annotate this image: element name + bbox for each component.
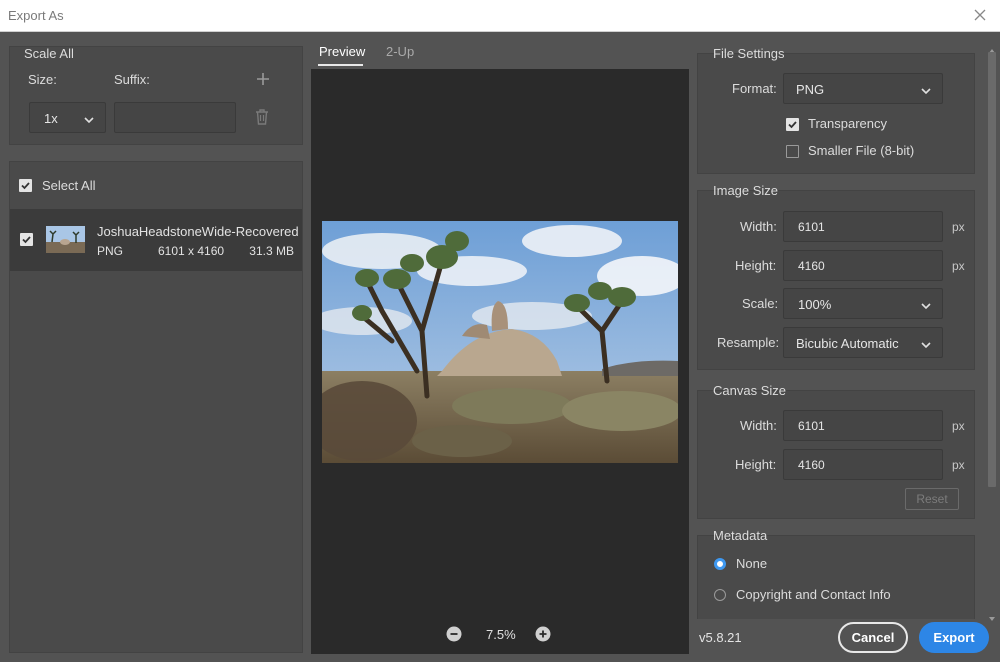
title-bar: Export As (0, 0, 1000, 32)
metadata-none-label: None (736, 556, 768, 571)
file-item-checkbox[interactable] (20, 233, 33, 246)
chevron-down-icon (920, 299, 932, 309)
export-button-label: Export (933, 630, 975, 645)
canvas-width-value: 6101 (798, 419, 825, 433)
format-label: Format: (732, 81, 777, 96)
image-size-header: Image Size (713, 183, 779, 198)
canvas-height-label: Height: (735, 457, 777, 472)
transparency-label: Transparency (808, 116, 887, 131)
scale-select-value: 100% (798, 297, 832, 312)
scale-label: Scale: (742, 296, 779, 311)
canvas-width-label: Width: (740, 418, 777, 433)
reset-button[interactable]: Reset (905, 488, 959, 510)
smaller-file-label: Smaller File (8-bit) (808, 143, 915, 158)
suffix-label: Suffix: (114, 72, 150, 87)
tab-2-up[interactable]: 2-Up (386, 44, 414, 59)
format-select-value: PNG (796, 82, 825, 97)
canvas-width-unit: px (952, 419, 965, 433)
zoom-level: 7.5% (486, 627, 516, 642)
chevron-down-icon (920, 84, 932, 94)
metadata-header: Metadata (713, 528, 768, 543)
tab-preview[interactable]: Preview (319, 44, 365, 59)
close-icon[interactable] (970, 5, 990, 25)
size-select-value: 1x (44, 111, 58, 126)
scroll-down-icon[interactable] (988, 610, 996, 621)
tab-preview-underline (318, 64, 363, 66)
resample-select[interactable]: Bicubic Automatic (783, 327, 943, 358)
cancel-button-label: Cancel (851, 630, 895, 645)
canvas-height-value: 4160 (798, 458, 825, 472)
scrollbar-thumb[interactable] (988, 52, 996, 487)
reset-button-label: Reset (916, 492, 948, 506)
add-scale-icon[interactable] (254, 70, 272, 88)
canvas-width-input[interactable]: 6101 (783, 410, 943, 441)
metadata-panel (697, 535, 975, 619)
file-list-item[interactable]: JoshuaHeadstoneWide-Recovered PNG 6101 x… (10, 209, 302, 271)
image-height-value: 4160 (798, 259, 825, 273)
trash-icon[interactable] (254, 108, 270, 126)
image-height-label: Height: (735, 258, 777, 273)
window-title: Export As (8, 8, 64, 23)
metadata-none-radio[interactable] (714, 558, 726, 570)
suffix-input[interactable] (114, 102, 236, 133)
image-height-unit: px (952, 259, 965, 273)
metadata-copyright-label: Copyright and Contact Info (736, 587, 891, 602)
file-format: PNG (97, 244, 124, 258)
canvas-size-header: Canvas Size (713, 383, 786, 398)
image-width-value: 6101 (798, 220, 825, 234)
canvas-height-unit: px (952, 458, 965, 472)
file-name: JoshuaHeadstoneWide-Recovered (97, 224, 299, 239)
file-size: 31.3 MB (249, 244, 294, 258)
resample-label: Resample: (717, 335, 780, 350)
select-all-checkbox[interactable] (19, 179, 32, 192)
file-settings-header: File Settings (713, 46, 785, 61)
smaller-file-checkbox[interactable] (786, 145, 799, 158)
scale-select[interactable]: 100% (783, 288, 943, 319)
cancel-button[interactable]: Cancel (838, 622, 908, 653)
canvas-height-input[interactable]: 4160 (783, 449, 943, 480)
select-all-label: Select All (42, 178, 96, 193)
metadata-copyright-radio[interactable] (714, 589, 726, 601)
image-width-label: Width: (740, 219, 777, 234)
image-height-input[interactable]: 4160 (783, 250, 943, 281)
version-label: v5.8.21 (699, 630, 742, 645)
transparency-checkbox[interactable] (786, 118, 799, 131)
chevron-down-icon (83, 113, 95, 123)
chevron-down-icon (920, 338, 932, 348)
file-thumbnail (46, 226, 85, 253)
size-select[interactable]: 1x (29, 102, 106, 133)
preview-image (322, 221, 678, 463)
settings-scrollbar[interactable] (986, 40, 998, 621)
zoom-in-icon[interactable] (535, 626, 551, 642)
scale-all-header: Scale All (24, 46, 74, 61)
image-width-input[interactable]: 6101 (783, 211, 943, 242)
size-label: Size: (28, 72, 57, 87)
export-button[interactable]: Export (919, 622, 989, 653)
scroll-up-icon[interactable] (988, 42, 996, 53)
zoom-out-icon[interactable] (446, 626, 462, 642)
format-select[interactable]: PNG (783, 73, 943, 104)
resample-select-value: Bicubic Automatic (796, 336, 899, 351)
file-dimensions: 6101 x 4160 (158, 244, 225, 258)
image-width-unit: px (952, 220, 965, 234)
